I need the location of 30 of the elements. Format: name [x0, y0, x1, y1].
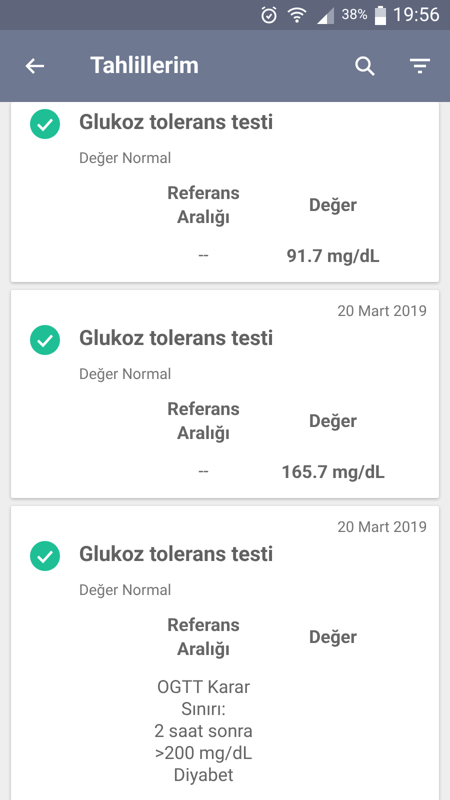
result-card[interactable]: 20 Mart 2019 Glukoz tolerans testi Değer Normal Referans Aralığı Değer -- 165.7 mg/dL [11, 290, 439, 498]
reference-range: -- [198, 244, 210, 266]
alarm-icon [258, 5, 279, 25]
wifi-icon [286, 5, 308, 25]
clock: 19:56 [392, 2, 440, 28]
column-header: Referans Aralığı [166, 182, 241, 230]
result-card[interactable]: 20 Mart 2019 Glukoz tolerans testi Değer Normal Referans Aralığı Değer OGTT Karar Sınırı: 2 saat sonra >200 mg/dL Diyabet [11, 506, 439, 800]
reference-range: -- [198, 460, 210, 482]
test-name: Glukoz tolerans testi [79, 326, 274, 353]
column-header: Değer [308, 194, 358, 218]
result-value: 91.7 mg/dL [285, 244, 381, 268]
result-status: Değer Normal [79, 148, 172, 166]
column-header: Değer [308, 626, 358, 650]
reference-range: OGTT Karar Sınırı: 2 saat sonra >200 mg/dL Diyabet [153, 676, 254, 786]
test-name: Glukoz tolerans testi [79, 110, 274, 137]
test-name: Glukoz tolerans testi [79, 542, 274, 569]
column-header: Değer [308, 410, 358, 434]
page-title: Tahlillerim [90, 50, 200, 81]
result-status: Değer Normal [79, 364, 172, 382]
battery-icon [374, 6, 386, 24]
result-value: 165.7 mg/dL [280, 460, 386, 484]
result-card[interactable]: Glukoz tolerans testi Değer Normal Referans Aralığı Değer -- 91.7 mg/dL [11, 102, 439, 282]
column-header: Referans Aralığı [166, 614, 241, 662]
result-date: 20 Mart 2019 [337, 300, 427, 322]
column-header: Referans Aralığı [166, 398, 241, 446]
result-status: Değer Normal [79, 580, 172, 598]
search-icon [353, 54, 377, 78]
result-date: 20 Mart 2019 [337, 516, 427, 538]
battery-percentage: 38% [342, 6, 368, 24]
signal-icon [314, 5, 335, 25]
